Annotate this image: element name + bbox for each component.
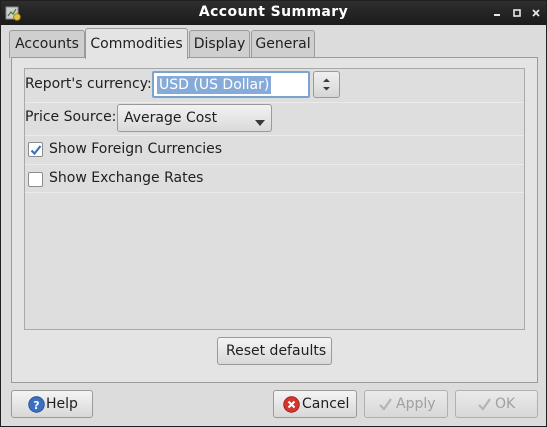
title-bar[interactable]: Account Summary xyxy=(1,1,546,25)
currency-label: Report's currency: xyxy=(25,76,152,92)
reset-defaults-label: Reset defaults xyxy=(226,343,327,359)
checkmark-icon xyxy=(476,396,493,413)
cancel-button[interactable]: Cancel xyxy=(273,390,357,418)
reset-defaults-button[interactable]: Reset defaults xyxy=(217,337,332,365)
window-title: Account Summary xyxy=(198,4,349,20)
price-source-value: Average Cost xyxy=(124,110,218,126)
row-separator xyxy=(25,102,524,103)
tab-general[interactable]: General xyxy=(251,30,315,58)
checkmark-icon xyxy=(377,396,394,413)
show-foreign-currencies-label[interactable]: Show Foreign Currencies xyxy=(49,141,222,157)
show-foreign-currencies-checkbox[interactable] xyxy=(28,142,43,157)
apply-label: Apply xyxy=(396,396,436,412)
show-exchange-rates-label[interactable]: Show Exchange Rates xyxy=(49,170,203,186)
currency-spin-button[interactable] xyxy=(313,71,340,98)
price-source-label: Price Source: xyxy=(25,109,117,125)
ok-button[interactable]: OK xyxy=(455,390,538,418)
close-icon[interactable] xyxy=(527,4,545,22)
chevron-down-icon xyxy=(255,115,265,131)
help-button[interactable]: ? Help xyxy=(11,390,93,418)
currency-input[interactable]: USD (US Dollar) xyxy=(152,71,310,98)
help-icon: ? xyxy=(28,396,45,413)
row-separator xyxy=(25,164,524,165)
options-panel xyxy=(24,68,525,330)
currency-value[interactable]: USD (US Dollar) xyxy=(157,76,272,94)
show-exchange-rates-checkbox[interactable] xyxy=(28,172,43,187)
minimize-icon[interactable] xyxy=(488,4,506,22)
tab-commodities[interactable]: Commodities xyxy=(85,28,188,59)
price-source-dropdown[interactable]: Average Cost xyxy=(117,104,272,132)
ok-label: OK xyxy=(495,396,516,412)
dialog-window: Account Summary Accounts Commodities Dis… xyxy=(0,0,547,427)
apply-button[interactable]: Apply xyxy=(364,390,448,418)
row-separator xyxy=(25,135,524,136)
cancel-icon xyxy=(283,396,300,413)
row-separator xyxy=(25,192,524,193)
tab-display[interactable]: Display xyxy=(189,30,250,58)
svg-text:?: ? xyxy=(33,399,39,412)
maximize-icon[interactable] xyxy=(508,4,526,22)
tab-accounts[interactable]: Accounts xyxy=(9,30,85,58)
help-label: Help xyxy=(46,396,78,412)
up-down-arrows-icon xyxy=(323,78,330,91)
checkmark-icon xyxy=(30,145,42,156)
cancel-label: Cancel xyxy=(302,396,350,412)
